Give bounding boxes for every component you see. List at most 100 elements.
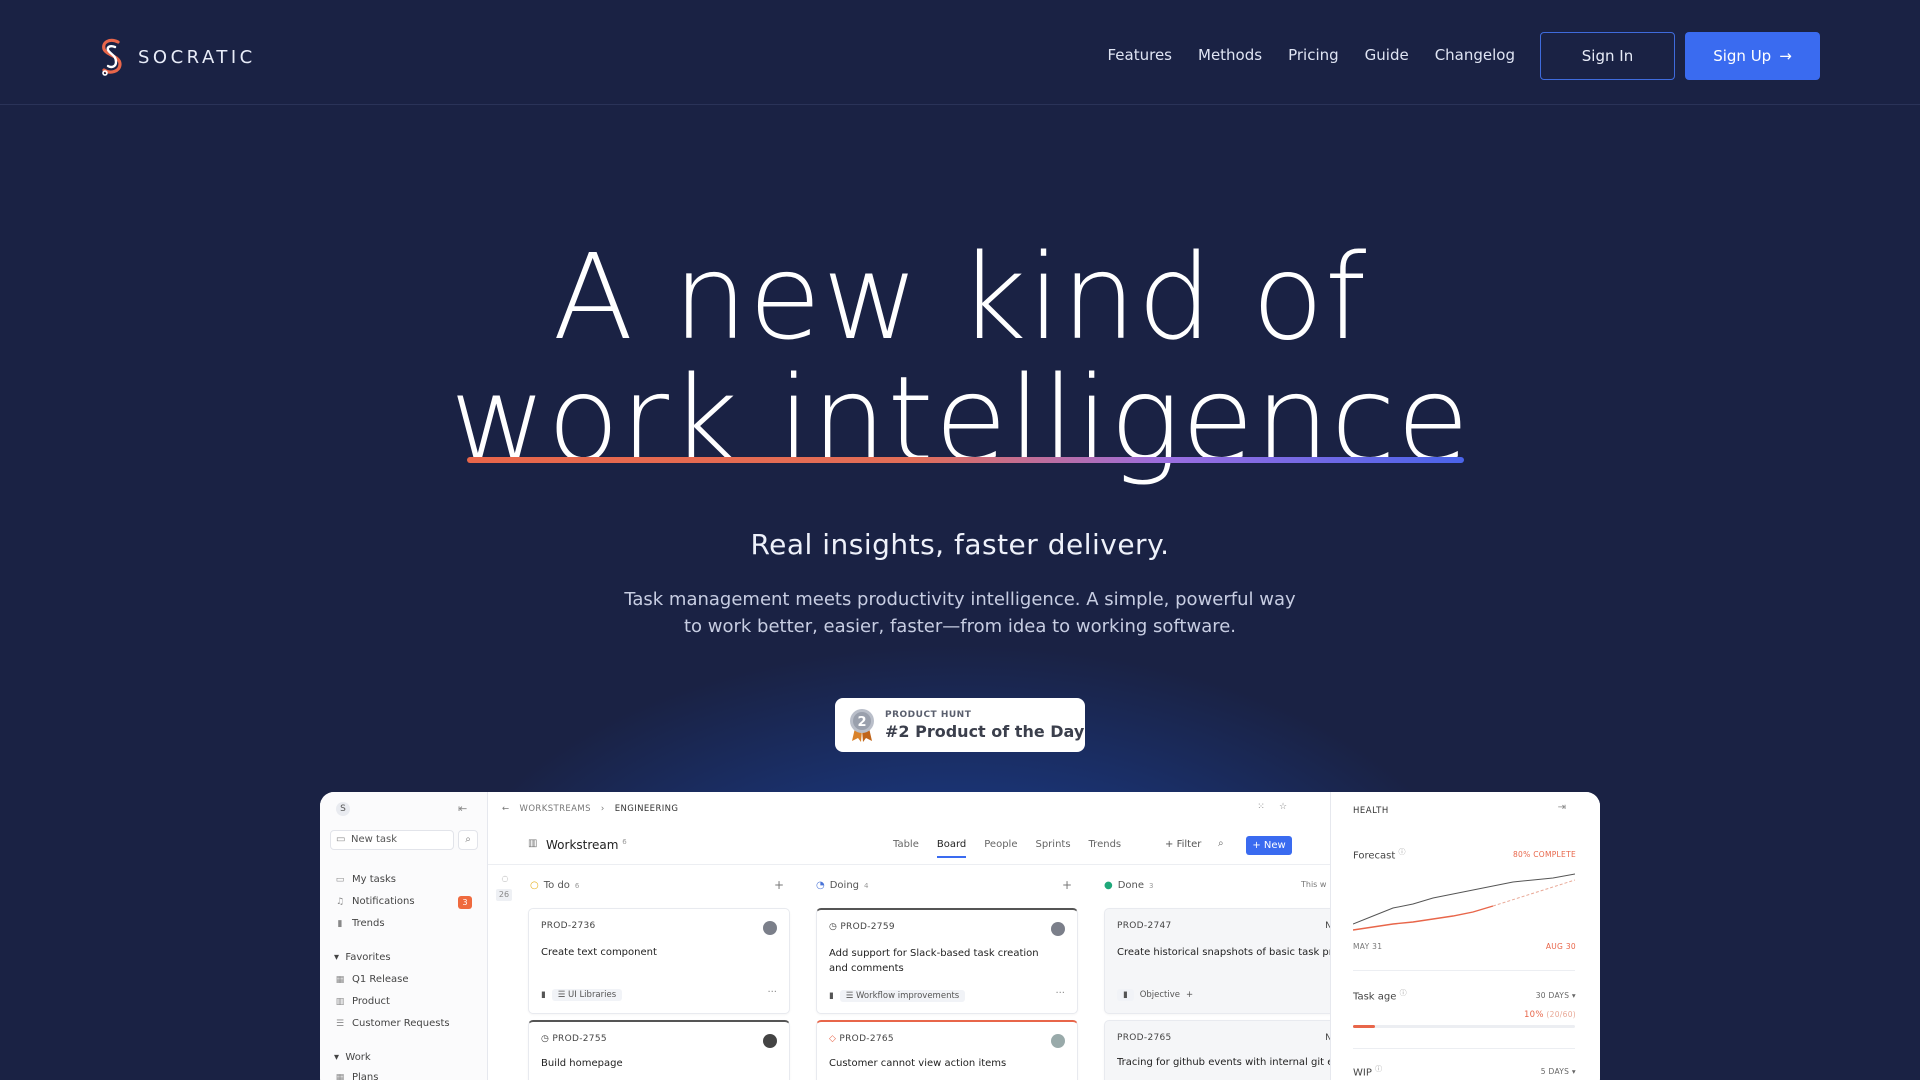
more-options-icon[interactable]: ··· [767, 987, 777, 998]
divider [1353, 1048, 1575, 1049]
task-age-percent: 10% [1523, 1010, 1544, 1020]
tab-board[interactable]: Board [936, 839, 967, 858]
board-left-rail: ◌ 26 [496, 874, 514, 901]
new-task-input[interactable]: New task [330, 830, 454, 850]
filter-button[interactable]: + Filter [1165, 839, 1201, 850]
sidebar-item-notifications[interactable]: ♫ Notifications [334, 896, 415, 907]
task-card[interactable]: PROD-2747 NO Create historical snapshots… [1104, 908, 1347, 1014]
nav-link-methods[interactable]: Methods [1198, 46, 1262, 64]
sidebar-item-customer-requests[interactable]: ☰ Customer Requests [334, 1018, 450, 1029]
export-icon[interactable]: ⇥ [1558, 802, 1566, 813]
task-id: PROD-2765 [1117, 1033, 1172, 1043]
hero-description-line-1: Task management meets productivity intel… [624, 589, 1296, 610]
sign-up-button[interactable]: Sign Up → [1685, 32, 1820, 80]
divider [488, 864, 1330, 865]
done-check-icon: ● [1104, 880, 1113, 891]
brand-logo[interactable]: SOCRATIC [98, 36, 256, 78]
forecast-scope-line [1353, 873, 1575, 925]
task-card[interactable]: PROD-2736 Create text component ▮ ☰ UI L… [528, 908, 790, 1014]
sidebar-item-label: Notifications [352, 896, 415, 907]
product-hunt-badge[interactable]: 2 PRODUCT HUNT #2 Product of the Day [835, 698, 1085, 752]
nav-link-changelog[interactable]: Changelog [1435, 46, 1515, 64]
priority-icon: ▮ [541, 990, 546, 1000]
sidebar-search-icon[interactable]: ⌕ [458, 830, 478, 850]
add-card-doing-icon[interactable]: + [1062, 878, 1072, 892]
sidebar-item-plans[interactable]: ▦ Plans [334, 1072, 379, 1080]
star-icon[interactable]: ☆ [1276, 800, 1290, 814]
task-id: PROD-2747 [1117, 921, 1172, 931]
column-count: 3 [1149, 881, 1154, 890]
nav-links: Features Methods Pricing Guide Changelog [1108, 46, 1516, 64]
sidebar-item-label: Q1 Release [352, 974, 409, 985]
task-tag-label: UI Libraries [568, 990, 617, 1000]
tab-trends[interactable]: Trends [1089, 839, 1122, 858]
task-tag[interactable]: ☰ UI Libraries [551, 989, 623, 1001]
brand-name: SOCRATIC [138, 46, 256, 68]
tab-table[interactable]: Table [893, 839, 919, 858]
column-name: Done [1117, 880, 1145, 891]
task-age-label: Task age ⓘ [1353, 988, 1407, 1002]
more-options-icon[interactable]: ··· [1055, 988, 1065, 999]
breadcrumb-engineering[interactable]: ENGINEERING [615, 804, 679, 814]
task-card[interactable]: ◇ PROD-2765 Customer cannot view action … [816, 1020, 1078, 1080]
add-tag-icon[interactable]: + [1186, 990, 1193, 1000]
urgent-icon: ◇ [829, 1034, 837, 1044]
task-card[interactable]: ◷ PROD-2755 Build homepage [528, 1020, 790, 1080]
tab-people[interactable]: People [984, 839, 1017, 858]
board-search-icon[interactable]: ⌕ [1218, 838, 1224, 849]
todo-status-icon: ○ [530, 880, 539, 891]
workstream-title: Workstream 6 [546, 838, 627, 852]
breadcrumb-workstreams[interactable]: WORKSTREAMS [520, 804, 591, 814]
wip-range-select[interactable]: 5 DAYS ▾ [1541, 1067, 1576, 1076]
add-card-todo-icon[interactable]: + [774, 878, 784, 892]
avatar [763, 1034, 777, 1048]
task-tag[interactable]: ☰ Workflow improvements [839, 990, 966, 1002]
task-tags: ▮ Objective + [1117, 989, 1193, 1001]
collapse-sidebar-icon[interactable]: ⇤ [458, 802, 467, 815]
work-heading-label: Work [345, 1052, 371, 1063]
tab-sprints[interactable]: Sprints [1035, 839, 1070, 858]
sign-in-button[interactable]: Sign In [1540, 32, 1675, 80]
task-id-row: ◷ PROD-2759 [829, 922, 895, 932]
headline-gradient-underline [467, 457, 1464, 463]
task-id-row: ◷ PROD-2755 [541, 1034, 607, 1044]
info-icon[interactable]: ⓘ [1399, 848, 1406, 856]
arrow-right-icon: → [1779, 47, 1792, 65]
sidebar-item-label: Trends [352, 918, 385, 929]
clock-icon: ◷ [541, 1034, 550, 1044]
sidebar-item-product[interactable]: ▥ Product [334, 996, 390, 1007]
nav-link-features[interactable]: Features [1108, 46, 1173, 64]
task-id: PROD-2759 [840, 922, 895, 932]
nav-link-pricing[interactable]: Pricing [1288, 46, 1339, 64]
sidebar-item-q1-release[interactable]: ▦ Q1 Release [334, 974, 409, 985]
total-count: 26 [496, 889, 512, 901]
info-icon[interactable]: ⓘ [1400, 989, 1407, 997]
done-period-filter[interactable]: This w [1301, 880, 1326, 889]
bell-icon: ♫ [335, 896, 345, 907]
back-arrow-icon[interactable]: ← [502, 804, 510, 814]
sidebar-item-my-tasks[interactable]: ▭ My tasks [334, 874, 396, 885]
info-icon[interactable]: ⓘ [1375, 1065, 1382, 1073]
app-logo[interactable]: S [336, 802, 350, 816]
board-icon: ▥ [335, 996, 345, 1007]
column-count: 6 [574, 881, 580, 890]
forecast-label: Forecast ⓘ [1353, 847, 1406, 861]
column-name: Doing [829, 880, 860, 891]
nav-link-guide[interactable]: Guide [1365, 46, 1409, 64]
avatar [763, 921, 777, 935]
sign-up-label: Sign Up [1713, 47, 1772, 65]
work-heading[interactable]: ▾ Work [334, 1052, 371, 1063]
new-button[interactable]: + New [1246, 836, 1292, 855]
grid-icon[interactable]: ⁙ [1254, 800, 1268, 814]
column-name: To do [543, 880, 570, 891]
task-tag-label[interactable]: Objective [1140, 990, 1180, 1000]
sidebar-item-trends[interactable]: ▮ Trends [334, 918, 385, 929]
table-icon: ▦ [335, 974, 345, 985]
favorites-heading[interactable]: ▾ Favorites [334, 952, 391, 963]
task-age-range-select[interactable]: 30 DAYS ▾ [1536, 991, 1576, 1000]
favorites-heading-label: Favorites [345, 952, 391, 963]
circle-icon: ◌ [501, 874, 509, 883]
task-card[interactable]: PROD-2765 NO Tracing for github events w… [1104, 1020, 1347, 1080]
workstream-board: ← WORKSTREAMS › ENGINEERING ⁙ ☆ ▥ Workst… [488, 792, 1347, 1080]
task-card[interactable]: ◷ PROD-2759 Add support for Slack-based … [816, 908, 1078, 1014]
